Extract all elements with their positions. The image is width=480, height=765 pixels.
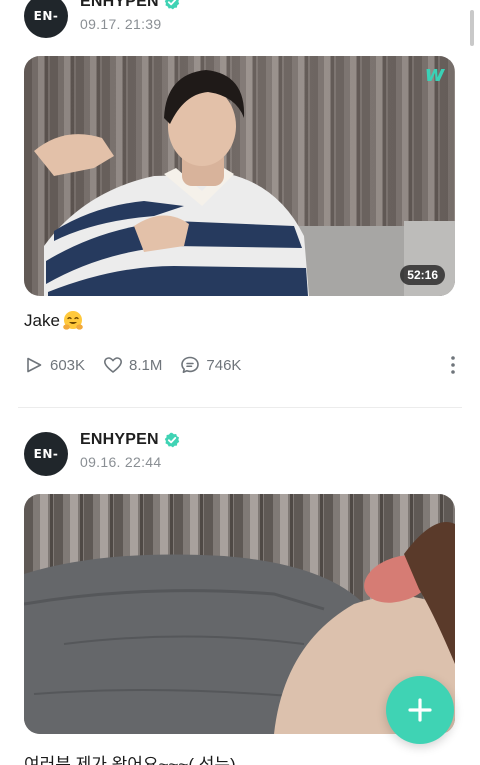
- scrollbar[interactable]: [470, 10, 474, 46]
- post-timestamp: 09.16. 22:44: [80, 454, 162, 470]
- post-caption: 여러분 제가 왔어요~~~( 선누): [24, 750, 236, 765]
- avatar[interactable]: EN-: [24, 432, 68, 476]
- plays-stat[interactable]: 603K: [24, 355, 85, 375]
- author-name[interactable]: ENHYPEN: [80, 431, 159, 449]
- feed-page: EN- ENHYPEN 09.17. 21:39 w 52:16 Jake 60…: [0, 0, 480, 765]
- likes-count: 8.1M: [129, 356, 163, 374]
- post-header: EN- ENHYPEN 09.17. 21:39: [24, 0, 444, 38]
- author-row: ENHYPEN: [80, 431, 180, 449]
- video-thumbnail[interactable]: w 52:16: [24, 56, 455, 296]
- create-post-button[interactable]: [386, 676, 454, 744]
- plays-count: 603K: [50, 356, 86, 374]
- caption-text: 여러분 제가 왔어요~~~( 선누): [24, 755, 236, 765]
- play-icon: [27, 357, 42, 373]
- comment-icon: [181, 356, 200, 373]
- post-stats: 603K 8.1M 746K: [24, 354, 456, 376]
- avatar-logo: EN-: [33, 447, 59, 461]
- likes-stat[interactable]: 8.1M: [103, 355, 162, 375]
- comments-count: 746K: [206, 356, 242, 374]
- author-row: ENHYPEN: [80, 0, 180, 11]
- plus-icon: [408, 698, 432, 722]
- video-duration-badge: 52:16: [400, 265, 445, 285]
- post-header: EN- ENHYPEN 09.16. 22:44: [24, 431, 444, 476]
- post-caption: Jake: [24, 310, 84, 332]
- post-timestamp: 09.17. 21:39: [80, 16, 162, 32]
- caption-text: Jake: [24, 311, 60, 330]
- weverse-logo: w: [424, 62, 445, 87]
- verified-badge-icon: [164, 432, 179, 448]
- hugging-face-emoji-icon: [63, 311, 83, 330]
- video-frame-image: [24, 56, 455, 296]
- verified-badge-icon: [164, 0, 179, 10]
- post-divider: [18, 407, 462, 408]
- author-name[interactable]: ENHYPEN: [80, 0, 159, 11]
- avatar-logo: EN-: [33, 9, 59, 23]
- more-vertical-icon[interactable]: [450, 354, 456, 376]
- heart-icon: [104, 357, 123, 373]
- avatar[interactable]: EN-: [24, 0, 68, 38]
- comments-stat[interactable]: 746K: [180, 355, 241, 375]
